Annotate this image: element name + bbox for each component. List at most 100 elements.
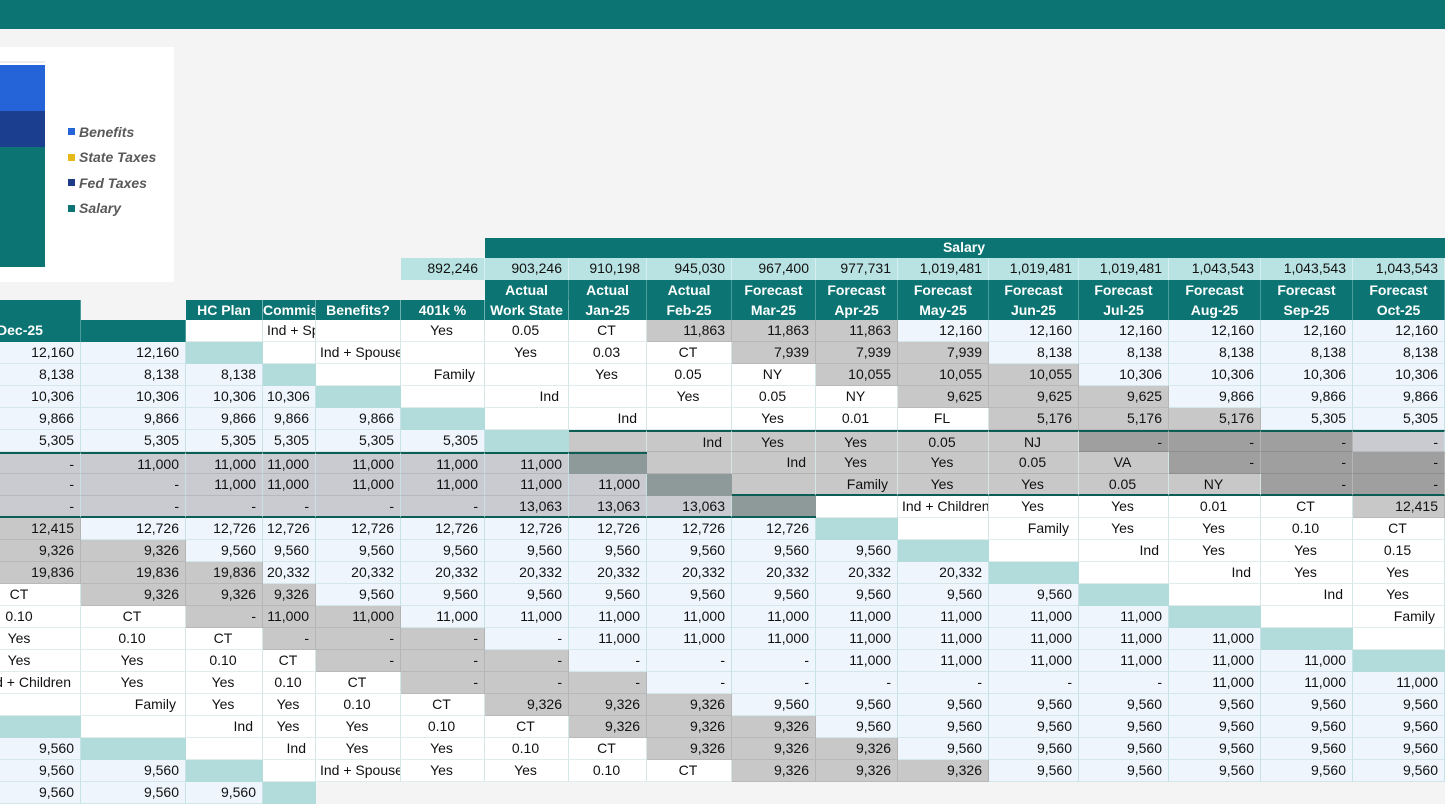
commission-cell[interactable] — [569, 386, 647, 408]
value-cell[interactable]: 9,560 — [989, 584, 1079, 606]
value-cell[interactable]: - — [485, 672, 569, 694]
value-cell[interactable]: 9,560 — [1353, 694, 1445, 716]
column-header[interactable]: Benefits? — [316, 300, 401, 320]
work-state-cell[interactable]: VA — [1079, 452, 1169, 474]
hc-plan-cell[interactable]: Ind — [569, 408, 647, 430]
month-header[interactable]: Apr-25 — [816, 300, 898, 320]
work-state-cell[interactable]: CT — [81, 606, 186, 628]
value-cell[interactable]: 11,000 — [647, 628, 732, 650]
work-state-cell[interactable]: CT — [647, 342, 732, 364]
value-cell[interactable]: 12,160 — [0, 342, 81, 364]
work-state-cell[interactable]: NY — [732, 364, 816, 386]
value-cell[interactable]: - — [316, 496, 401, 518]
commission-cell[interactable] — [485, 364, 569, 386]
hc-plan-cell[interactable]: Ind — [1169, 562, 1261, 584]
value-cell[interactable]: 20,332 — [485, 562, 569, 584]
commission-cell[interactable] — [647, 408, 732, 430]
commission-cell[interactable] — [401, 342, 485, 364]
hc-plan-cell[interactable]: Family — [401, 364, 485, 386]
value-cell[interactable]: 5,176 — [989, 408, 1079, 430]
value-cell[interactable]: 20,332 — [316, 562, 401, 584]
work-state-cell[interactable]: FL — [898, 408, 989, 430]
value-cell[interactable]: 9,326 — [647, 716, 732, 738]
value-cell[interactable]: 12,160 — [81, 342, 186, 364]
value-cell[interactable]: 12,160 — [898, 320, 989, 342]
value-cell[interactable]: 9,326 — [81, 584, 186, 606]
value-cell[interactable]: - — [647, 672, 732, 694]
k401-cell[interactable]: 0.10 — [263, 672, 316, 694]
value-cell[interactable]: 9,866 — [1261, 386, 1353, 408]
work-state-cell[interactable]: CT — [1261, 496, 1353, 518]
value-cell[interactable]: 12,415 — [0, 518, 81, 540]
value-cell[interactable]: 9,326 — [81, 540, 186, 562]
value-cell[interactable]: 11,000 — [263, 452, 316, 474]
value-cell[interactable]: 11,000 — [316, 474, 401, 496]
k401-cell[interactable]: 0.15 — [1353, 540, 1445, 562]
k401-cell[interactable]: 0.10 — [81, 628, 186, 650]
value-cell[interactable]: 20,332 — [569, 562, 647, 584]
value-cell[interactable]: 9,326 — [816, 760, 898, 782]
value-cell[interactable]: 9,560 — [898, 716, 989, 738]
value-cell[interactable]: - — [0, 452, 81, 474]
value-cell[interactable]: 9,625 — [898, 386, 989, 408]
total-cell[interactable]: 945,030 — [647, 258, 732, 280]
value-cell[interactable]: 20,332 — [647, 562, 732, 584]
value-cell[interactable]: 9,560 — [732, 694, 816, 716]
total-cell[interactable]: 903,246 — [485, 258, 569, 280]
value-cell[interactable]: 11,000 — [732, 628, 816, 650]
benefits-cell[interactable]: Yes — [401, 320, 485, 342]
benefits-cell[interactable]: Yes — [1169, 518, 1261, 540]
hc-plan-cell[interactable]: Ind — [1261, 584, 1353, 606]
benefits-cell[interactable]: Yes — [186, 672, 263, 694]
value-cell[interactable]: 9,560 — [316, 540, 401, 562]
benefits-cell[interactable]: Yes — [1079, 496, 1169, 518]
value-cell[interactable]: 11,000 — [569, 628, 647, 650]
value-cell[interactable]: 8,138 — [989, 342, 1079, 364]
month-header[interactable]: May-25 — [898, 300, 989, 320]
month-header[interactable]: Jan-25 — [569, 300, 647, 320]
value-cell[interactable]: 9,326 — [569, 716, 647, 738]
value-cell[interactable]: 8,138 — [0, 364, 81, 386]
total-cell[interactable]: 892,246 — [401, 258, 485, 280]
commission-cell[interactable]: Yes — [816, 452, 898, 474]
value-cell[interactable]: 9,560 — [401, 584, 485, 606]
value-cell[interactable]: - — [401, 650, 485, 672]
commission-cell[interactable]: Yes — [989, 496, 1079, 518]
value-cell[interactable]: - — [1079, 430, 1169, 452]
value-cell[interactable]: 20,332 — [263, 562, 316, 584]
value-cell[interactable]: 11,863 — [647, 320, 732, 342]
value-cell[interactable]: 5,176 — [1169, 408, 1261, 430]
value-cell[interactable]: 12,726 — [263, 518, 316, 540]
value-cell[interactable]: - — [647, 650, 732, 672]
value-cell[interactable]: 9,866 — [1353, 386, 1445, 408]
k401-cell[interactable]: 0.01 — [816, 408, 898, 430]
value-cell[interactable]: - — [1079, 672, 1169, 694]
value-cell[interactable]: 9,560 — [989, 760, 1079, 782]
value-cell[interactable]: 13,063 — [485, 496, 569, 518]
commission-cell[interactable]: Yes — [1079, 518, 1169, 540]
value-cell[interactable]: 9,560 — [1261, 694, 1353, 716]
value-cell[interactable]: - — [1353, 474, 1445, 496]
value-cell[interactable]: 9,560 — [569, 584, 647, 606]
value-cell[interactable]: 9,326 — [732, 716, 816, 738]
total-cell[interactable]: 1,043,543 — [1261, 258, 1353, 280]
value-cell[interactable]: 12,726 — [485, 518, 569, 540]
value-cell[interactable]: 12,726 — [81, 518, 186, 540]
benefits-cell[interactable]: Yes — [0, 628, 81, 650]
value-cell[interactable]: 7,939 — [732, 342, 816, 364]
value-cell[interactable]: 9,326 — [816, 738, 898, 760]
value-cell[interactable]: 9,560 — [1353, 738, 1445, 760]
value-cell[interactable]: 20,332 — [732, 562, 816, 584]
work-state-cell[interactable]: NY — [816, 386, 898, 408]
value-cell[interactable]: 9,560 — [186, 540, 263, 562]
value-cell[interactable]: 9,326 — [485, 694, 569, 716]
value-cell[interactable]: - — [1261, 474, 1353, 496]
value-cell[interactable]: 9,560 — [1169, 694, 1261, 716]
value-cell[interactable]: 11,000 — [1169, 650, 1261, 672]
k401-cell[interactable]: 0.05 — [989, 452, 1079, 474]
value-cell[interactable]: 9,560 — [732, 584, 816, 606]
benefits-cell[interactable]: Yes — [647, 386, 732, 408]
column-header[interactable]: 401k % — [401, 300, 485, 320]
value-cell[interactable]: 11,000 — [989, 650, 1079, 672]
value-cell[interactable]: 12,160 — [1353, 320, 1445, 342]
